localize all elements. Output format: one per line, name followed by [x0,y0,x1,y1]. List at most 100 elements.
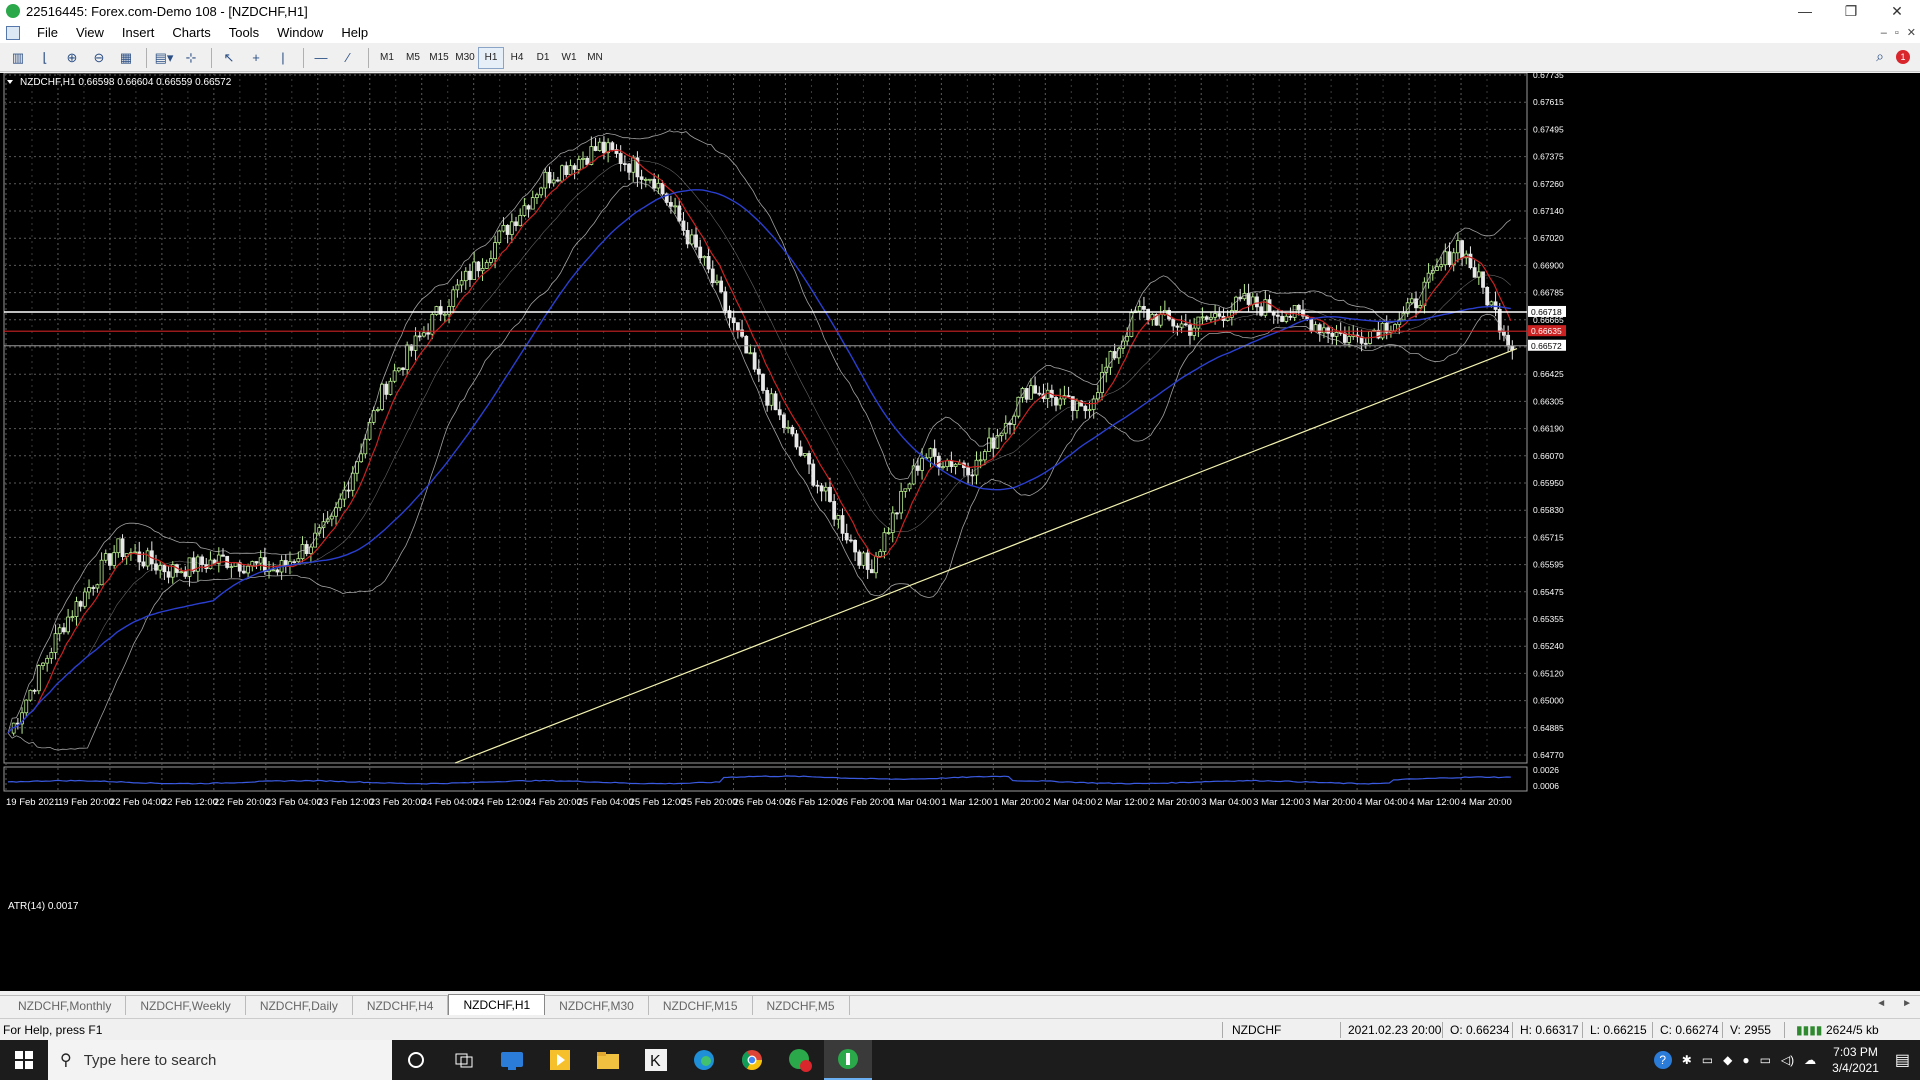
chart-area[interactable]: 0.67735 0.67615 0.67495 0.67375 0.67260 0.671… [0,73,1920,991]
atr-tick-label: 0.0026 [1533,765,1559,775]
maximize-button[interactable]: ❐ [1828,0,1874,22]
candle-body [1255,296,1259,308]
timeframe-m5[interactable]: M5 [400,47,426,69]
tab-nzdchf-m15[interactable]: NZDCHF,M15 [649,996,753,1015]
taskbar-search[interactable]: ⚲ Type here to search [48,1040,392,1080]
timeframe-d1[interactable]: D1 [530,47,556,69]
edge-icon[interactable] [680,1040,728,1080]
tab-nzdchf-h1[interactable]: NZDCHF,H1 [448,994,546,1015]
candle-body [308,546,313,554]
candle-body [899,490,904,514]
tab-scroll-left-icon[interactable]: ◄ [1876,998,1886,1009]
time-tick-label: 4 Mar 04:00 [1357,797,1408,808]
tab-nzdchf-m5[interactable]: NZDCHF,M5 [753,996,850,1015]
candle-body [631,157,636,173]
crosshair-icon[interactable]: + [244,47,268,69]
notifications-icon[interactable]: ▤ [1895,1050,1910,1070]
tab-nzdchf-weekly[interactable]: NZDCHF,Weekly [126,996,246,1015]
new-chart-icon[interactable]: ▥ [6,47,30,69]
candle-body [622,163,627,165]
search-icon[interactable]: ⌕ [1876,48,1884,65]
grid [3,73,1528,792]
menu-tools[interactable]: Tools [220,25,268,40]
profiles-icon[interactable]: ⌊ [33,47,57,69]
minimize-button[interactable]: — [1782,0,1828,22]
volume-icon[interactable]: ◁) [1781,1053,1794,1067]
bluetooth-icon[interactable]: ✱ [1682,1053,1692,1067]
zoom-out-icon[interactable]: ⊖ [87,47,111,69]
toolbar-divider [211,47,212,68]
network-icon[interactable]: ▭ [1760,1053,1771,1067]
onedrive-icon[interactable]: ☁ [1804,1053,1816,1067]
notification-badge[interactable]: 1 [1896,49,1910,64]
candle-body [32,689,37,692]
dropbox-icon[interactable]: ◆ [1723,1053,1732,1067]
bid-price-label: 0.66572 [1531,341,1562,351]
candle-body [82,591,87,607]
timeframe-m1[interactable]: M1 [374,47,400,69]
candle-body [660,182,665,195]
candle-body [1363,342,1368,345]
trendline-icon[interactable]: ⁄ [336,47,360,69]
file-explorer-icon[interactable] [584,1040,632,1080]
tab-scroll-right-icon[interactable]: ► [1902,998,1912,1009]
app-yellow-icon[interactable] [536,1040,584,1080]
task-view-icon[interactable] [440,1040,488,1080]
cortana-icon[interactable] [392,1040,440,1080]
menu-charts[interactable]: Charts [163,25,219,40]
horizontal-line-icon[interactable]: — [309,47,333,69]
price-tick-label: 0.67735 [1533,73,1564,80]
timeframe-h1[interactable]: H1 [478,46,504,69]
close-button[interactable]: ✕ [1874,0,1920,22]
chart-window-icon[interactable] [6,25,20,40]
app-tray-icon[interactable]: ● [1742,1053,1749,1067]
cursor-icon[interactable]: ↖ [217,47,241,69]
timeframe-m30[interactable]: M30 [452,47,478,69]
zoom-in-icon[interactable]: ⊕ [60,47,84,69]
app-blue-icon[interactable] [488,1040,536,1080]
candle-body [832,501,837,520]
help-icon[interactable]: ? [1653,1051,1672,1069]
chart-collapse-icon[interactable] [7,80,13,84]
candle-body [543,171,548,189]
price-chart[interactable]: 0.67735 0.67615 0.67495 0.67375 0.67260 0.671… [0,73,1920,991]
metatrader-icon[interactable] [824,1040,872,1080]
time-tick-label: 23 Feb 04:00 [266,797,322,808]
candle-body [162,564,167,573]
vertical-line-icon[interactable]: | [271,47,295,69]
menu-insert[interactable]: Insert [113,25,164,40]
menu-window[interactable]: Window [268,25,332,40]
candle-body [1188,324,1192,336]
chrome-icon[interactable] [728,1040,776,1080]
tab-nzdchf-monthly[interactable]: NZDCHF,Monthly [4,996,127,1015]
price-tick-label: 0.65240 [1533,641,1564,651]
timeframe-mn[interactable]: MN [582,47,608,69]
candle-body [551,179,556,184]
toolbar-divider [368,47,369,68]
timeframe-w1[interactable]: W1 [556,47,582,69]
candle-body [1497,308,1502,333]
app-k-icon[interactable]: K [632,1040,680,1080]
timeframe-h4[interactable]: H4 [504,47,530,69]
tab-nzdchf-m30[interactable]: NZDCHF,M30 [545,996,649,1015]
templates-icon[interactable]: ▤▾ [152,47,176,69]
search-icon: ⚲ [60,1052,72,1069]
timeframe-m15[interactable]: M15 [426,47,452,69]
tab-nzdchf-daily[interactable]: NZDCHF,Daily [246,996,353,1015]
menu-help[interactable]: Help [332,25,377,40]
meet-icon[interactable]: ▭ [1702,1053,1713,1067]
tab-nzdchf-h4[interactable]: NZDCHF,H4 [353,996,449,1015]
status-low: L: 0.66215 [1590,1023,1647,1037]
chart-restore-button[interactable]: ▫ [1895,27,1899,39]
tile-windows-icon[interactable]: ▦ [114,47,138,69]
clock[interactable]: 7:03 PM 3/4/2021 [1826,1044,1885,1076]
chart-minimize-button[interactable]: – [1881,27,1887,39]
chart-close-button[interactable]: ✕ [1907,26,1916,39]
price-tick-label: 0.64770 [1533,750,1564,760]
crosshair-target-icon[interactable]: ⊹ [179,47,203,69]
candle-body [706,256,711,270]
menu-view[interactable]: View [67,25,113,40]
metatrader-notify-icon[interactable] [776,1040,824,1080]
start-button[interactable] [0,1040,48,1080]
menu-file[interactable]: File [28,25,67,40]
